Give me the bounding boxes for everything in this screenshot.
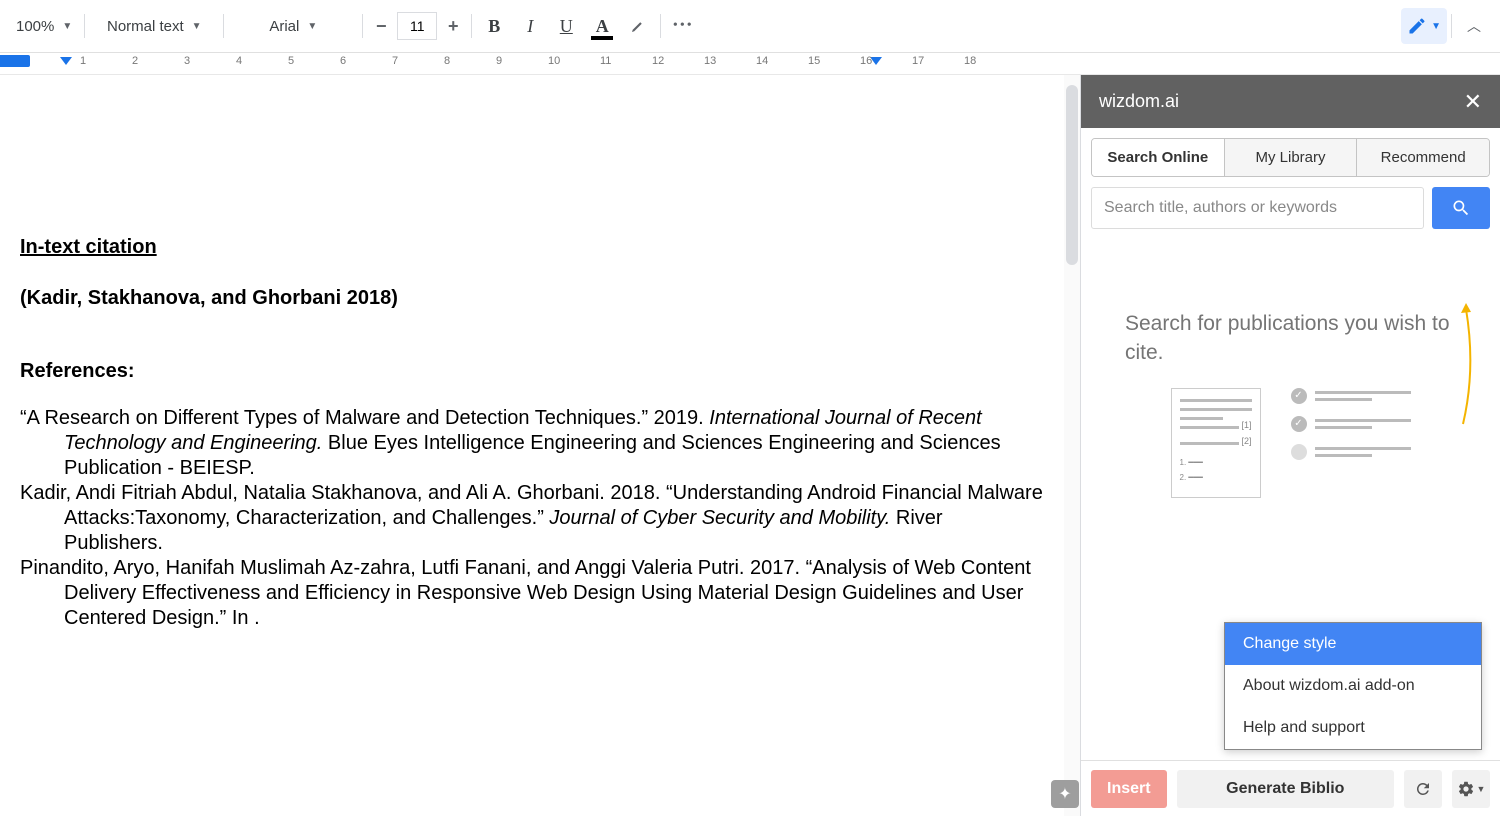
menu-help[interactable]: Help and support [1225, 707, 1481, 749]
illu-results-icon: ✓ ✓ [1291, 388, 1411, 498]
reference-entry: Pinandito, Aryo, Hanifah Muslimah Az-zah… [20, 556, 1044, 631]
ruler-number: 1 [80, 55, 86, 67]
collapse-panel-button[interactable]: ︿ [1456, 8, 1492, 44]
ruler-number: 9 [496, 55, 502, 67]
empty-state-illustration: [1] [2] 1. ━━━ 2. ━━━ ✓ ✓ [1091, 388, 1490, 498]
ruler-number: 16 [860, 55, 872, 67]
sidepanel-body: Search Online My Library Recommend Searc… [1081, 128, 1500, 760]
chevron-down-icon: ▼ [192, 21, 202, 32]
font-value: Arial [269, 18, 299, 35]
tab-my-library[interactable]: My Library [1225, 139, 1358, 176]
ruler-number: 12 [652, 55, 664, 67]
ruler-number: 2 [132, 55, 138, 67]
sidepanel-header: wizdom.ai ✕ [1081, 75, 1500, 128]
search-hint: Search for publications you wish to cite… [1091, 309, 1490, 368]
reference-entry: Kadir, Andi Fitriah Abdul, Natalia Stakh… [20, 481, 1044, 556]
section-heading: In-text citation [20, 235, 1044, 260]
chevron-down-icon: ▼ [62, 21, 72, 32]
highlight-button[interactable] [620, 8, 656, 44]
ruler-number: 18 [964, 55, 976, 67]
tab-search-online[interactable]: Search Online [1092, 139, 1225, 176]
ruler-number: 10 [548, 55, 560, 67]
font-size-value[interactable]: 11 [397, 12, 437, 40]
ruler-number: 14 [756, 55, 768, 67]
zoom-value: 100% [16, 18, 54, 35]
generate-biblio-button[interactable]: Generate Biblio [1177, 770, 1394, 808]
tab-recommend[interactable]: Recommend [1357, 139, 1489, 176]
formatting-toolbar: 100% ▼ Normal text ▼ Arial ▼ − 11 + B I … [0, 0, 1500, 53]
main-area: In-text citation (Kadir, Stakhanova, and… [0, 75, 1500, 816]
explore-button[interactable]: ✦ [1051, 780, 1079, 808]
separator [223, 14, 224, 38]
sidepanel-title: wizdom.ai [1099, 91, 1179, 112]
close-icon[interactable]: ✕ [1464, 89, 1482, 115]
document-page[interactable]: In-text citation (Kadir, Stakhanova, and… [0, 75, 1064, 816]
separator [84, 14, 85, 38]
reference-entry: “A Research on Different Types of Malwar… [20, 406, 1044, 481]
illu-doc-icon: [1] [2] 1. ━━━ 2. ━━━ [1171, 388, 1261, 498]
sidepanel-tabs: Search Online My Library Recommend [1091, 138, 1490, 177]
ruler-number: 6 [340, 55, 346, 67]
underline-button[interactable]: U [548, 8, 584, 44]
refresh-icon [1414, 780, 1432, 798]
style-value: Normal text [107, 18, 184, 35]
increase-font-button[interactable]: + [439, 12, 467, 40]
settings-popup: Change style About wizdom.ai add-on Help… [1224, 622, 1482, 750]
intext-citation: (Kadir, Stakhanova, and Ghorbani 2018) [20, 286, 1044, 311]
editing-mode-dropdown[interactable]: ▼ [1401, 8, 1447, 44]
separator [362, 14, 363, 38]
separator [1451, 14, 1452, 38]
references-heading: References: [20, 359, 1044, 384]
menu-change-style[interactable]: Change style [1225, 623, 1481, 665]
italic-button[interactable]: I [512, 8, 548, 44]
text-color-button[interactable]: A [584, 8, 620, 44]
font-size-stepper: − 11 + [367, 12, 467, 40]
gear-icon [1457, 780, 1475, 798]
search-row [1091, 187, 1490, 229]
zoom-dropdown[interactable]: 100% ▼ [8, 8, 80, 44]
decrease-font-button[interactable]: − [367, 12, 395, 40]
chevron-down-icon: ▼ [1477, 784, 1486, 794]
sidepanel-footer: Insert Generate Biblio ▼ [1081, 760, 1500, 816]
ruler-number: 13 [704, 55, 716, 67]
font-dropdown[interactable]: Arial ▼ [228, 8, 358, 44]
bold-button[interactable]: B [476, 8, 512, 44]
menu-about[interactable]: About wizdom.ai add-on [1225, 665, 1481, 707]
chevron-down-icon: ▼ [1431, 21, 1441, 32]
search-input[interactable] [1091, 187, 1424, 229]
search-icon [1451, 198, 1471, 218]
ruler-number: 5 [288, 55, 294, 67]
chevron-down-icon: ▼ [307, 21, 317, 32]
settings-button[interactable]: ▼ [1452, 770, 1490, 808]
search-button[interactable] [1432, 187, 1490, 229]
ruler-number: 3 [184, 55, 190, 67]
ruler-number: 4 [236, 55, 242, 67]
ruler-number: 15 [808, 55, 820, 67]
ruler-number: 11 [600, 55, 611, 67]
more-button[interactable]: ••• [665, 8, 701, 44]
separator [660, 14, 661, 38]
vertical-scrollbar[interactable]: ✦ [1064, 75, 1080, 816]
star-icon: ✦ [1058, 784, 1071, 804]
first-line-indent-marker[interactable] [60, 57, 72, 65]
separator [471, 14, 472, 38]
ruler-left-margin[interactable] [0, 55, 30, 67]
chevron-up-icon: ︿ [1467, 16, 1481, 36]
ruler-number: 17 [912, 55, 924, 67]
horizontal-ruler[interactable]: 123456789101112131415161718 [0, 53, 1500, 75]
insert-button[interactable]: Insert [1091, 770, 1167, 808]
arrow-curve-icon [1448, 299, 1478, 429]
pencil-icon [1407, 16, 1427, 36]
highlighter-icon [629, 17, 647, 35]
wizdom-sidepanel: wizdom.ai ✕ Search Online My Library Rec… [1080, 75, 1500, 816]
paragraph-style-dropdown[interactable]: Normal text ▼ [89, 8, 219, 44]
ruler-number: 7 [392, 55, 398, 67]
ruler-number: 8 [444, 55, 450, 67]
refresh-button[interactable] [1404, 770, 1442, 808]
scroll-thumb[interactable] [1066, 85, 1078, 265]
